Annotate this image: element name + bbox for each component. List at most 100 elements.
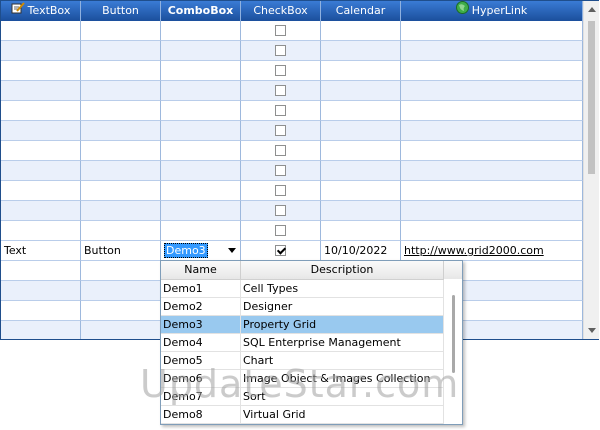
- cell-calendar[interactable]: [321, 181, 401, 201]
- cell-checkbox[interactable]: [241, 81, 321, 101]
- cell-button[interactable]: [81, 41, 161, 61]
- cell-textbox[interactable]: [1, 181, 81, 201]
- checkbox[interactable]: [274, 165, 286, 176]
- cell-textbox[interactable]: [1, 261, 81, 281]
- cell-checkbox[interactable]: [241, 61, 321, 81]
- table-row[interactable]: [1, 81, 583, 101]
- checkbox[interactable]: [274, 245, 286, 256]
- cell-hyperlink[interactable]: [401, 81, 583, 101]
- cell-combobox[interactable]: [161, 201, 241, 221]
- hyperlink[interactable]: http://www.grid2000.com: [404, 244, 544, 257]
- checkbox[interactable]: [274, 125, 286, 136]
- cell-combobox[interactable]: [161, 41, 241, 61]
- checkbox[interactable]: [274, 85, 286, 96]
- checkbox[interactable]: [274, 25, 286, 36]
- cell-checkbox[interactable]: [241, 141, 321, 161]
- cell-textbox[interactable]: [1, 141, 81, 161]
- cell-button[interactable]: [81, 81, 161, 101]
- cell-button[interactable]: [81, 281, 161, 301]
- cell-button[interactable]: [81, 201, 161, 221]
- cell-calendar[interactable]: [321, 101, 401, 121]
- dropdown-item[interactable]: Demo2 Designer: [161, 298, 462, 316]
- table-row[interactable]: [1, 61, 583, 81]
- cell-checkbox[interactable]: [241, 41, 321, 61]
- table-row[interactable]: [1, 221, 583, 241]
- scrollbar-thumb[interactable]: [588, 21, 595, 174]
- checkbox[interactable]: [274, 65, 286, 76]
- table-row[interactable]: [1, 101, 583, 121]
- column-header-textbox[interactable]: TextBox: [1, 1, 81, 21]
- cell-checkbox[interactable]: [241, 161, 321, 181]
- combobox-value[interactable]: Demo3: [164, 243, 208, 258]
- cell-textbox[interactable]: [1, 161, 81, 181]
- dropdown-item[interactable]: Demo8 Virtual Grid: [161, 406, 462, 424]
- table-row[interactable]: [1, 201, 583, 221]
- cell-button[interactable]: [81, 21, 161, 41]
- cell-calendar[interactable]: [321, 141, 401, 161]
- cell-button[interactable]: [81, 181, 161, 201]
- cell-combobox[interactable]: [161, 181, 241, 201]
- dropdown-item[interactable]: Demo4 SQL Enterprise Management: [161, 334, 462, 352]
- cell-button[interactable]: [81, 301, 161, 321]
- dropdown-item[interactable]: Demo1 Cell Types: [161, 280, 462, 298]
- cell-hyperlink[interactable]: [401, 201, 583, 221]
- cell-hyperlink[interactable]: [401, 101, 583, 121]
- combobox-cell[interactable]: Demo3: [161, 241, 241, 261]
- cell-hyperlink[interactable]: [401, 161, 583, 181]
- checkbox[interactable]: [274, 185, 286, 196]
- cell-textbox[interactable]: [1, 21, 81, 41]
- column-header-hyperlink[interactable]: HyperLink: [401, 1, 583, 21]
- dropdown-column-description[interactable]: Description: [241, 261, 444, 279]
- cell-calendar[interactable]: [321, 221, 401, 241]
- dropdown-arrow-icon[interactable]: [228, 248, 236, 253]
- cell-calendar[interactable]: [321, 21, 401, 41]
- cell-checkbox[interactable]: [241, 181, 321, 201]
- checkbox[interactable]: [274, 105, 286, 116]
- dropdown-item[interactable]: Demo3 Property Grid: [161, 316, 462, 334]
- checkbox[interactable]: [274, 205, 286, 216]
- cell-hyperlink[interactable]: http://www.grid2000.com: [401, 241, 583, 261]
- cell-hyperlink[interactable]: [401, 141, 583, 161]
- cell-hyperlink[interactable]: [401, 121, 583, 141]
- cell-button[interactable]: [81, 101, 161, 121]
- cell-textbox[interactable]: [1, 81, 81, 101]
- cell-textbox[interactable]: [1, 121, 81, 141]
- checkbox[interactable]: [274, 145, 286, 156]
- cell-combobox[interactable]: [161, 161, 241, 181]
- cell-combobox[interactable]: [161, 21, 241, 41]
- cell-hyperlink[interactable]: [401, 41, 583, 61]
- table-row[interactable]: [1, 141, 583, 161]
- cell-calendar[interactable]: [321, 161, 401, 181]
- cell-checkbox[interactable]: [241, 221, 321, 241]
- cell-combobox[interactable]: [161, 121, 241, 141]
- cell-calendar[interactable]: [321, 121, 401, 141]
- cell-hyperlink[interactable]: [401, 61, 583, 81]
- scroll-up-arrow-icon[interactable]: [588, 7, 596, 12]
- table-row[interactable]: [1, 181, 583, 201]
- cell-button[interactable]: [81, 161, 161, 181]
- table-row[interactable]: [1, 21, 583, 41]
- column-header-button[interactable]: Button: [81, 1, 161, 21]
- cell-calendar[interactable]: 10/10/2022: [321, 241, 401, 261]
- cell-button[interactable]: [81, 261, 161, 281]
- cell-combobox[interactable]: [161, 81, 241, 101]
- cell-textbox[interactable]: Text: [1, 241, 81, 261]
- cell-button[interactable]: Button: [81, 241, 161, 261]
- cell-button[interactable]: [81, 61, 161, 81]
- cell-textbox[interactable]: [1, 201, 81, 221]
- column-header-calendar[interactable]: Calendar: [321, 1, 401, 21]
- cell-hyperlink[interactable]: [401, 221, 583, 241]
- checkbox[interactable]: [274, 225, 286, 236]
- cell-textbox[interactable]: [1, 321, 81, 339]
- cell-combobox[interactable]: [161, 221, 241, 241]
- cell-checkbox[interactable]: [241, 121, 321, 141]
- cell-hyperlink[interactable]: [401, 21, 583, 41]
- cell-hyperlink[interactable]: [401, 181, 583, 201]
- cell-combobox[interactable]: [161, 61, 241, 81]
- table-row-active[interactable]: Text Button Demo3 10/10/2022 http://www.grid…: [1, 241, 583, 261]
- cell-textbox[interactable]: [1, 61, 81, 81]
- scroll-down-arrow-icon[interactable]: [588, 328, 596, 333]
- cell-button[interactable]: [81, 141, 161, 161]
- checkbox[interactable]: [274, 45, 286, 56]
- column-header-checkbox[interactable]: CheckBox: [241, 1, 321, 21]
